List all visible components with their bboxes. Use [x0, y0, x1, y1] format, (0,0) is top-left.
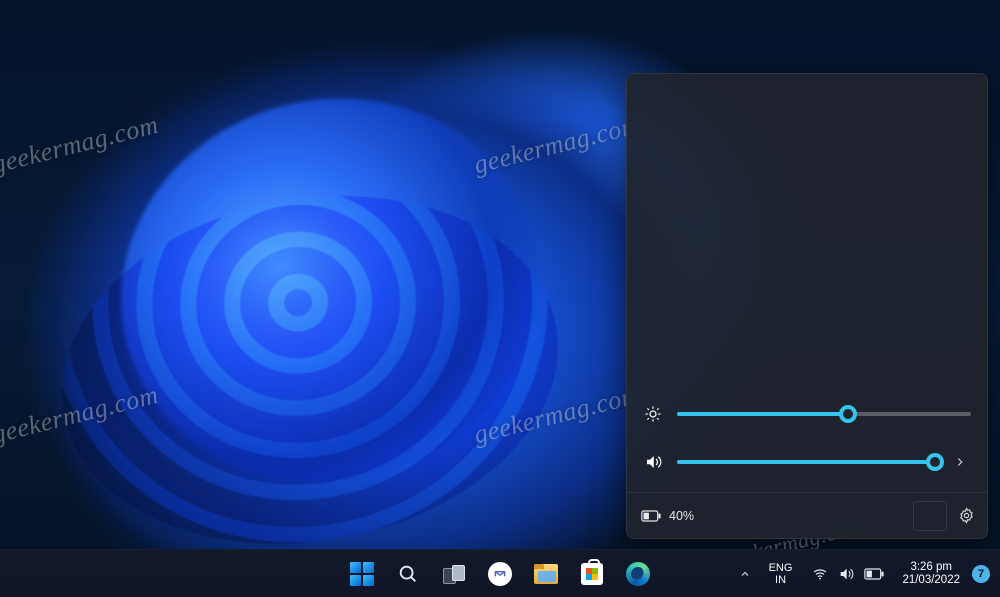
task-view-button[interactable]	[434, 554, 474, 594]
speaker-icon	[838, 566, 854, 582]
wifi-icon	[812, 566, 828, 582]
lang-secondary: IN	[775, 574, 786, 586]
volume-icon	[643, 453, 663, 471]
task-view-icon	[443, 565, 465, 583]
brightness-row	[643, 390, 971, 438]
battery-status[interactable]: 40%	[641, 509, 694, 523]
brightness-icon	[643, 405, 663, 423]
edit-quick-settings-button[interactable]	[913, 501, 947, 531]
edge-button[interactable]	[618, 554, 658, 594]
chat-icon	[488, 562, 512, 586]
clock-button[interactable]: 3:26 pm 21/03/2022	[896, 554, 966, 594]
volume-row	[643, 438, 971, 486]
microsoft-store-button[interactable]	[572, 554, 612, 594]
chevron-up-icon	[739, 568, 751, 580]
brightness-slider[interactable]	[677, 404, 971, 424]
volume-expand-button[interactable]	[949, 455, 971, 469]
clock-date: 21/03/2022	[902, 574, 960, 587]
notification-count-badge: 7	[972, 565, 990, 583]
notifications-button[interactable]: 7	[970, 554, 994, 594]
language-indicator[interactable]: ENG IN	[761, 554, 801, 594]
battery-icon	[641, 510, 661, 522]
taskbar-center	[342, 554, 658, 594]
volume-slider[interactable]	[677, 452, 935, 472]
battery-tray-icon	[864, 568, 884, 580]
store-icon	[581, 563, 603, 585]
search-icon	[397, 563, 419, 585]
lang-primary: ENG	[769, 562, 793, 574]
windows-logo-icon	[350, 562, 374, 586]
quick-settings-panel: 40%	[626, 73, 988, 539]
settings-button[interactable]	[955, 505, 977, 527]
edge-icon	[626, 562, 650, 586]
chat-button[interactable]	[480, 554, 520, 594]
start-button[interactable]	[342, 554, 382, 594]
tray-overflow-button[interactable]	[733, 554, 757, 594]
network-volume-battery-button[interactable]	[804, 554, 892, 594]
search-button[interactable]	[388, 554, 428, 594]
quick-settings-footer: 40%	[627, 492, 987, 538]
gear-icon	[958, 507, 975, 524]
file-explorer-button[interactable]	[526, 554, 566, 594]
system-tray: ENG IN 3:26 pm 21/03/2022 7	[733, 550, 994, 597]
taskbar: ENG IN 3:26 pm 21/03/2022 7	[0, 549, 1000, 597]
battery-percent-label: 40%	[669, 509, 694, 523]
clock-time: 3:26 pm	[910, 561, 952, 574]
file-explorer-icon	[534, 564, 558, 584]
